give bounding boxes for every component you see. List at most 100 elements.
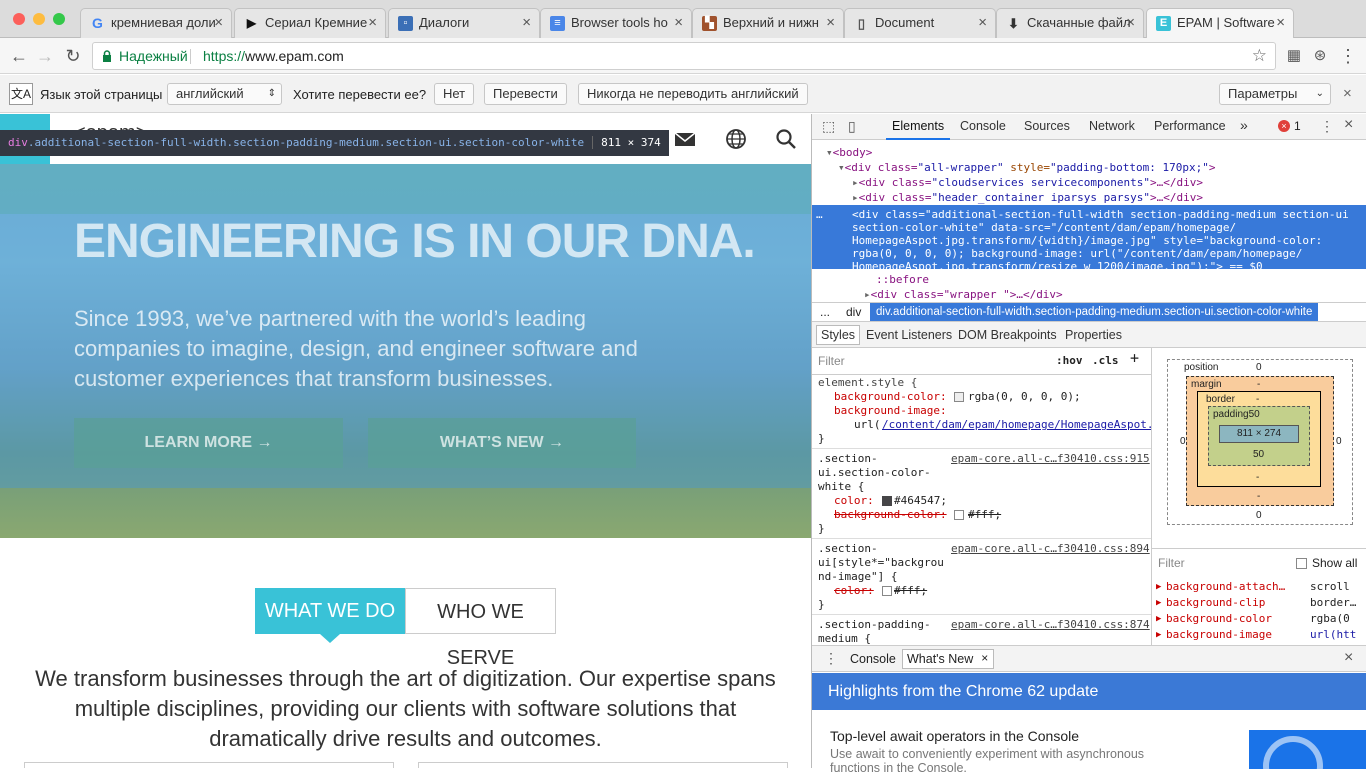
bookmark-star-icon[interactable]: ☆ — [1252, 43, 1267, 69]
breadcrumb-item[interactable]: div — [846, 303, 861, 321]
devtools-menu-icon[interactable]: ⋮ — [1320, 118, 1334, 135]
who-we-serve-tab[interactable]: WHO WE SERVE — [405, 588, 556, 669]
border-value[interactable]: - — [1256, 394, 1259, 405]
margin-bottom-value[interactable]: - — [1257, 491, 1260, 502]
learn-more-button[interactable]: LEARN MORE → — [74, 418, 343, 468]
browser-tab[interactable]: ▚ Верхний и нижн × — [692, 8, 844, 38]
browser-tab[interactable]: ▯ Document × — [844, 8, 996, 38]
color-swatch[interactable] — [954, 392, 964, 402]
browser-tab[interactable]: ▫ Диалоги × — [388, 8, 540, 38]
content-size[interactable]: 811 × 274 — [1219, 425, 1299, 443]
css-value-overridden[interactable]: #fff; — [968, 508, 1001, 522]
tab-dom-breakpoints[interactable]: DOM Breakpoints — [958, 328, 1057, 342]
sync-extension-icon[interactable]: ⊛ — [1309, 45, 1331, 67]
language-select[interactable]: английский ⇕ — [167, 83, 282, 105]
position-bottom-value[interactable]: 0 — [1256, 510, 1262, 521]
drawer-menu-icon[interactable]: ⋮ — [824, 650, 838, 667]
tab-network[interactable]: Network — [1089, 119, 1135, 133]
tab-console[interactable]: Console — [960, 119, 1006, 133]
close-drawer-icon[interactable]: × — [1344, 649, 1353, 667]
position-right-value[interactable]: 0 — [1336, 436, 1342, 447]
close-tab-icon[interactable]: × — [1126, 14, 1135, 31]
cls-button[interactable]: .cls — [1092, 354, 1119, 368]
menu-icon[interactable]: ⋮ — [1337, 45, 1359, 67]
tab-performance[interactable]: Performance — [1154, 119, 1226, 133]
css-property[interactable]: background-image: — [834, 404, 947, 418]
css-value[interactable]: rgba(0, 0, 0, 0); — [968, 390, 1081, 404]
browser-tab-active[interactable]: E EPAM | Software × — [1146, 8, 1294, 38]
computed-row[interactable]: ▶ background-clip border… — [1152, 595, 1366, 611]
selected-dom-node[interactable]: … <div class="additional-section-full-wi… — [812, 205, 1366, 273]
dom-node[interactable]: ▸<div class="header_container iparsys pa… — [852, 190, 1203, 205]
show-all-checkbox[interactable] — [1296, 558, 1307, 569]
translate-button[interactable]: Перевести — [484, 83, 567, 105]
close-tab-icon[interactable]: × — [674, 14, 683, 31]
device-toolbar-icon[interactable]: ▯ — [848, 118, 856, 135]
rule-source-link[interactable]: epam-core.all-c…f30410.css:874 — [951, 618, 1150, 632]
globe-icon[interactable] — [725, 128, 747, 150]
css-url-link[interactable]: /content/dam/epam/homepage/HomepageAspot… — [882, 418, 1151, 432]
close-window-button[interactable] — [13, 13, 25, 25]
breadcrumb-more[interactable]: ... — [820, 303, 830, 321]
minimize-window-button[interactable] — [33, 13, 45, 25]
computed-row[interactable]: ▶ background-color rgba(0 — [1152, 611, 1366, 627]
color-swatch[interactable] — [882, 496, 892, 506]
browser-tab[interactable]: G кремниевая доли × — [80, 8, 232, 38]
position-left-value[interactable]: 0 — [1180, 436, 1186, 447]
drawer-tab-whats-new[interactable]: What's New × — [902, 649, 995, 669]
css-property[interactable]: color: — [834, 494, 874, 508]
options-select[interactable]: Параметры ⌄ — [1219, 83, 1331, 105]
rule-source-link[interactable]: epam-core.all-c…f30410.css:915 — [951, 452, 1150, 466]
rule-source-link[interactable]: epam-core.all-c…f30410.css:894 — [951, 542, 1150, 556]
browser-tab[interactable]: ≡ Browser tools ho × — [540, 8, 692, 38]
tab-sources[interactable]: Sources — [1024, 119, 1070, 133]
css-property-overridden[interactable]: background-color: — [834, 508, 947, 522]
close-tab-icon[interactable]: × — [522, 14, 531, 31]
drawer-tab-console[interactable]: Console — [850, 652, 896, 666]
css-value-overridden[interactable]: #fff; — [894, 584, 927, 598]
add-rule-icon[interactable]: + — [1130, 351, 1139, 366]
hov-button[interactable]: :hov — [1056, 354, 1083, 368]
more-tabs-icon[interactable]: » — [1240, 117, 1248, 133]
padding-bottom-value[interactable]: 50 — [1253, 449, 1264, 460]
what-we-do-tab[interactable]: WHAT WE DO — [255, 588, 405, 634]
never-translate-button[interactable]: Никогда не переводить английский — [578, 83, 808, 105]
tab-event-listeners[interactable]: Event Listeners — [866, 328, 952, 342]
close-tab-icon[interactable]: × — [214, 14, 223, 31]
margin-value[interactable]: - — [1257, 379, 1260, 390]
whats-new-button[interactable]: WHAT’S NEW → — [368, 418, 636, 468]
close-tab-icon[interactable]: × — [368, 14, 377, 31]
css-value[interactable]: url( — [854, 418, 881, 432]
css-property-overridden[interactable]: color: — [834, 584, 874, 598]
color-swatch[interactable] — [954, 510, 964, 520]
dom-node[interactable]: ▾<body> — [826, 145, 872, 160]
breadcrumb-selected[interactable]: div.additional-section-full-width.sectio… — [870, 303, 1319, 321]
close-devtools-icon[interactable]: × — [1344, 116, 1353, 134]
dom-node[interactable]: ▸<div class="cloudservices servicecompon… — [852, 175, 1203, 190]
border-bottom-value[interactable]: - — [1256, 472, 1259, 483]
feature-title[interactable]: Top-level await operators in the Console — [830, 728, 1079, 744]
dom-node[interactable]: ▾<div class="all-wrapper" style="padding… — [838, 160, 1216, 175]
extension-icon[interactable]: ▦ — [1283, 45, 1305, 67]
computed-filter-input[interactable]: Filter — [1158, 555, 1185, 571]
css-value[interactable]: #464547; — [894, 494, 947, 508]
pseudo-element[interactable]: ::before — [876, 272, 929, 287]
address-bar[interactable]: Надежный https://www.epam.com ☆ — [92, 42, 1276, 70]
computed-row[interactable]: ▶ background-image url(htt — [1152, 627, 1366, 643]
close-tab-icon[interactable]: × — [1276, 14, 1285, 31]
browser-tab[interactable]: ⬇ Скачанные файл × — [996, 8, 1144, 38]
tab-properties[interactable]: Properties — [1065, 328, 1122, 342]
forward-icon[interactable]: → — [34, 45, 56, 67]
color-swatch[interactable] — [882, 586, 892, 596]
error-icon[interactable]: × — [1278, 120, 1290, 132]
close-icon[interactable]: × — [1343, 85, 1352, 102]
close-tab-icon[interactable]: × — [826, 14, 835, 31]
no-button[interactable]: Нет — [434, 83, 475, 105]
browser-tab[interactable]: ▶ Сериал Кремние × — [234, 8, 386, 38]
back-icon[interactable]: ← — [8, 45, 30, 67]
feature-thumbnail[interactable] — [1249, 730, 1366, 769]
mail-icon[interactable] — [674, 128, 696, 150]
reload-icon[interactable]: ↻ — [62, 45, 84, 67]
search-icon[interactable] — [775, 128, 797, 150]
maximize-window-button[interactable] — [53, 13, 65, 25]
